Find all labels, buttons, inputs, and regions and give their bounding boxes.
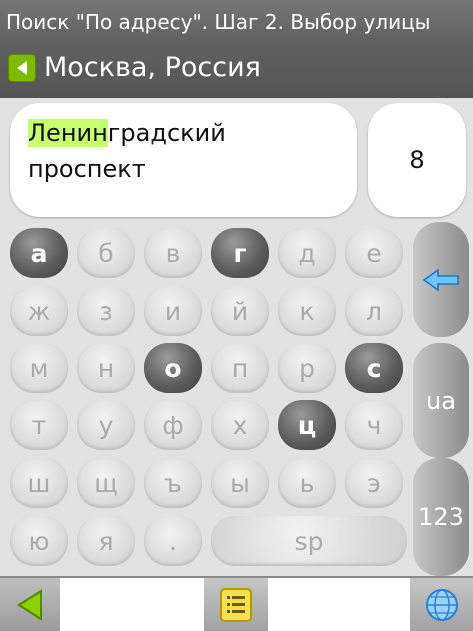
- list-icon: [220, 587, 252, 622]
- layout-label: ua: [426, 386, 456, 415]
- bottom-bar: [0, 576, 473, 631]
- key-period[interactable]: .: [144, 516, 202, 566]
- key-y[interactable]: ы: [211, 458, 269, 508]
- house-number: 8: [409, 146, 425, 174]
- key-kh[interactable]: х: [211, 400, 269, 450]
- key-ya[interactable]: я: [77, 516, 135, 566]
- globe-button[interactable]: [410, 578, 473, 631]
- numeric-label: 123: [418, 503, 464, 531]
- key-d[interactable]: д: [278, 228, 336, 278]
- key-b[interactable]: б: [77, 228, 135, 278]
- key-g[interactable]: г: [211, 228, 269, 278]
- key-t[interactable]: т: [10, 400, 68, 450]
- key-s[interactable]: с: [345, 343, 403, 393]
- key-soft-sign[interactable]: ь: [278, 458, 336, 508]
- page-title: Поиск "По адресу". Шаг 2. Выбор улицы: [6, 10, 431, 34]
- key-r[interactable]: р: [278, 343, 336, 393]
- key-f[interactable]: ф: [144, 400, 202, 450]
- key-y-short[interactable]: й: [211, 286, 269, 336]
- key-hard-sign[interactable]: ъ: [144, 458, 202, 508]
- key-n[interactable]: н: [77, 343, 135, 393]
- arrow-left-icon: [422, 268, 459, 291]
- house-number-input[interactable]: 8: [368, 103, 466, 217]
- key-e[interactable]: е: [345, 228, 403, 278]
- street-input[interactable]: Ленинградский проспект: [10, 103, 357, 217]
- key-p[interactable]: п: [211, 343, 269, 393]
- key-a[interactable]: а: [10, 228, 68, 278]
- key-l[interactable]: л: [345, 286, 403, 336]
- street-text: Ленинградский проспект: [28, 115, 226, 187]
- numeric-switch-button[interactable]: 123: [413, 458, 469, 576]
- city-back-row[interactable]: Москва, Россия: [8, 52, 261, 83]
- key-e-rev[interactable]: э: [345, 458, 403, 508]
- back-button[interactable]: [0, 578, 60, 631]
- key-u[interactable]: у: [77, 400, 135, 450]
- street-match-highlight: Ленин: [28, 119, 108, 147]
- layout-switch-button[interactable]: ua: [413, 343, 469, 458]
- key-m[interactable]: м: [10, 343, 68, 393]
- key-zh[interactable]: ж: [10, 286, 68, 336]
- globe-icon: [425, 588, 458, 621]
- city-label[interactable]: Москва, Россия: [44, 52, 261, 83]
- key-o[interactable]: о: [144, 343, 202, 393]
- key-sh[interactable]: ш: [10, 458, 68, 508]
- title-bar: Поиск "По адресу". Шаг 2. Выбор улицы Мо…: [0, 0, 473, 98]
- backspace-button[interactable]: [413, 222, 469, 337]
- key-v[interactable]: в: [144, 228, 202, 278]
- key-yu[interactable]: ю: [10, 516, 68, 566]
- key-ts[interactable]: ц: [278, 400, 336, 450]
- key-shch[interactable]: щ: [77, 458, 135, 508]
- street-rest: градский: [107, 119, 226, 147]
- key-k[interactable]: к: [278, 286, 336, 336]
- triangle-left-icon: [17, 588, 42, 621]
- key-ch[interactable]: ч: [345, 400, 403, 450]
- space-key[interactable]: sp: [211, 516, 407, 566]
- key-i[interactable]: и: [144, 286, 202, 336]
- list-button[interactable]: [204, 578, 268, 631]
- back-triangle-icon[interactable]: [8, 53, 36, 82]
- key-z[interactable]: з: [77, 286, 135, 336]
- street-line2: проспект: [28, 155, 146, 183]
